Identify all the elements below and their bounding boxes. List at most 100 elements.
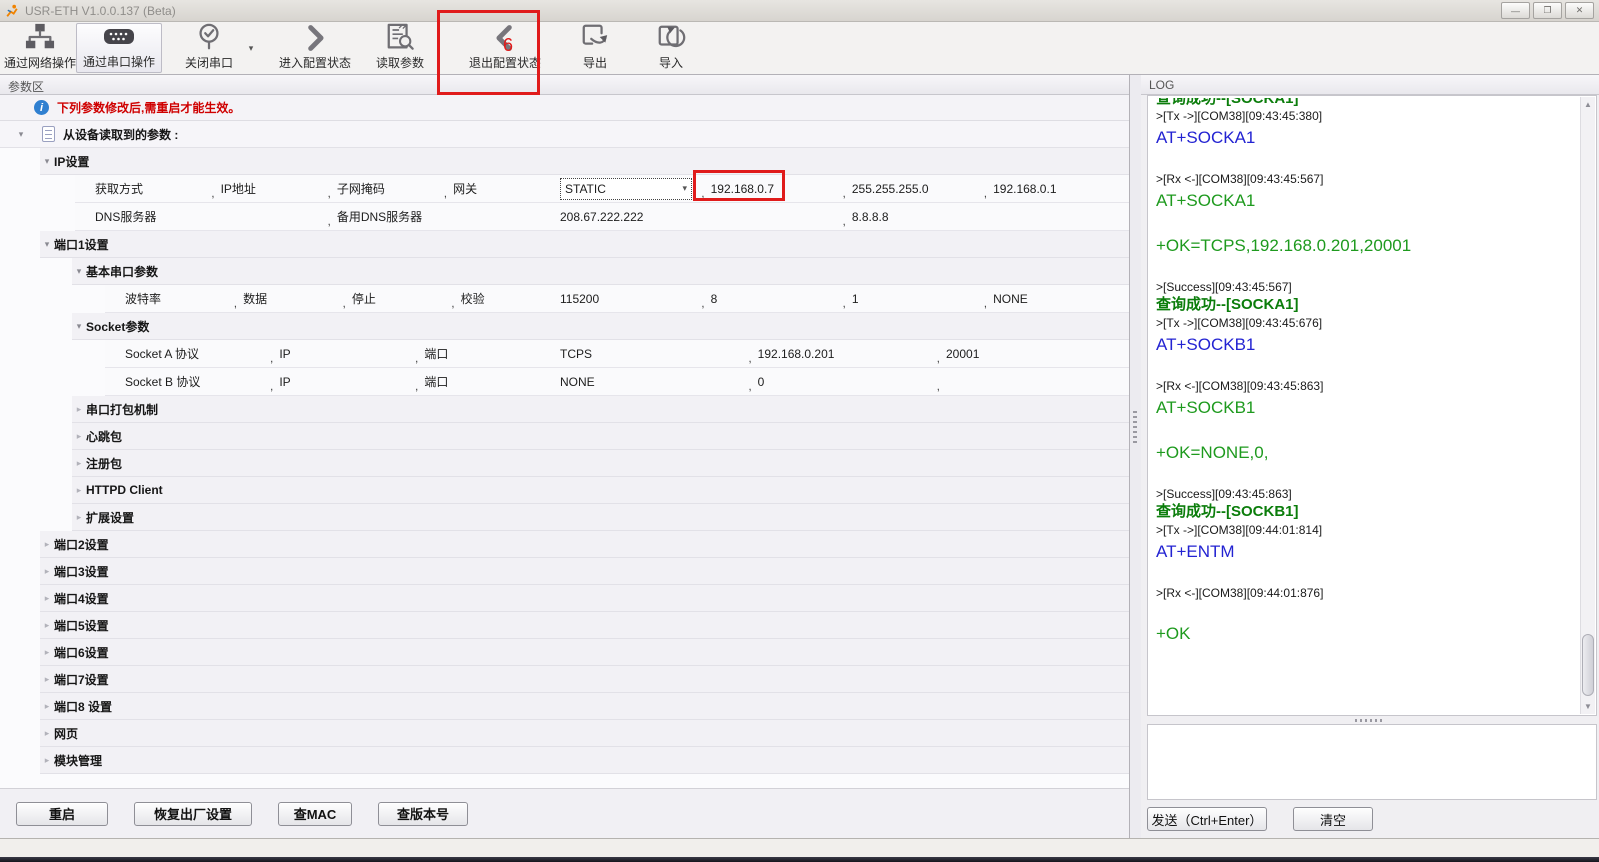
splitter-grip <box>1355 719 1385 722</box>
toolbar-button-export[interactable]: 导出 <box>566 23 624 73</box>
tree-item[interactable]: ▸模块管理 <box>40 747 1129 774</box>
tree-item[interactable]: ▸端口4设置 <box>40 585 1129 612</box>
tree-item[interactable]: ▸端口3设置 <box>40 558 1129 585</box>
tree-section-port1[interactable]: ▾ 端口1设置 <box>40 231 1129 258</box>
tree-item[interactable]: ▸心跳包 <box>72 423 1129 450</box>
tree-item[interactable]: ▸端口5设置 <box>40 612 1129 639</box>
toolbar-button-network-mode[interactable]: 通过网络操作 <box>4 23 76 73</box>
send-input[interactable] <box>1147 724 1597 800</box>
toolbar-button-enter-config[interactable]: 进入配置状态 <box>272 23 358 73</box>
tree-item[interactable]: ▸网页 <box>40 720 1129 747</box>
toolbar: 通过网络操作 通过串口操作 关闭 <box>0 22 1599 75</box>
collapse-arrow-icon[interactable]: ▾ <box>40 239 54 250</box>
toolbar-button-import[interactable]: 导入 <box>642 23 700 73</box>
minimize-button[interactable]: — <box>1501 2 1530 19</box>
expand-arrow-icon[interactable]: ▸ <box>72 404 86 415</box>
send-button[interactable]: 发送（Ctrl+Enter） <box>1147 807 1267 831</box>
param-value[interactable]: 115200 <box>560 292 701 306</box>
log-line <box>1156 421 1576 440</box>
expand-arrow-icon[interactable]: ▸ <box>40 647 54 658</box>
expand-arrow-icon[interactable]: ▸ <box>40 728 54 739</box>
tree-section-ip[interactable]: ▾ IP设置 <box>40 148 1129 175</box>
param-row-ip-dns: DNS服务器,备用DNS服务器 208.67.222.222,8.8.8.8 <box>75 203 1129 231</box>
expand-arrow-icon[interactable]: ▸ <box>40 701 54 712</box>
param-value[interactable]: NONE <box>560 375 748 389</box>
param-value[interactable]: ,192.168.0.1 <box>984 178 1125 200</box>
tree-item[interactable]: ▸端口2设置 <box>40 531 1129 558</box>
expand-arrow-icon[interactable]: ▸ <box>40 593 54 604</box>
param-value[interactable]: ,20001 <box>937 347 1125 361</box>
log-line: 查询成功--[SOCKA1] <box>1156 98 1576 107</box>
horizontal-splitter[interactable] <box>1141 716 1599 724</box>
close-button[interactable]: ✕ <box>1565 2 1594 19</box>
clear-button[interactable]: 清空 <box>1293 807 1373 831</box>
tree-root[interactable]: ▾ 从设备读取到的参数 : <box>0 121 1129 148</box>
vertical-splitter[interactable] <box>1130 75 1141 838</box>
tree-item[interactable]: ▸端口6设置 <box>40 639 1129 666</box>
tree-item[interactable]: ▸HTTPD Client <box>72 477 1129 504</box>
query-mac-button[interactable]: 查MAC <box>278 802 352 826</box>
log-scrollbar[interactable]: ▲ ▼ <box>1580 97 1595 714</box>
expand-arrow-icon[interactable]: ▸ <box>72 485 86 496</box>
log-view[interactable]: 查询成功--[SOCKA1]>[Tx ->][COM38][09:43:45:3… <box>1156 98 1576 713</box>
toolbar-label: 进入配置状态 <box>279 54 351 71</box>
tree-item[interactable]: ▸注册包 <box>72 450 1129 477</box>
expand-arrow-icon[interactable]: ▸ <box>72 512 86 523</box>
param-label: ,IP <box>270 373 415 390</box>
collapse-arrow-icon[interactable]: ▾ <box>40 156 54 167</box>
restart-button[interactable]: 重启 <box>16 802 108 826</box>
log-panel-header: LOG <box>1141 75 1599 95</box>
collapse-arrow-icon[interactable]: ▾ <box>72 321 86 332</box>
section-title: 端口7设置 <box>54 671 109 688</box>
ip-mode-combobox[interactable]: STATIC▾ <box>560 178 692 200</box>
param-value[interactable]: , <box>937 375 1125 389</box>
param-value[interactable]: STATIC▾ <box>560 178 701 200</box>
param-value[interactable]: TCPS <box>560 347 748 361</box>
tree-item[interactable]: ▸扩展设置 <box>72 504 1129 531</box>
tree-section-serial-basic[interactable]: ▾ 基本串口参数 <box>72 258 1129 285</box>
tree-item[interactable]: ▸端口8 设置 <box>40 693 1129 720</box>
scroll-down-icon[interactable]: ▼ <box>1581 699 1595 714</box>
toolbar-label: 关闭串口 <box>185 54 233 71</box>
collapse-arrow-icon[interactable]: ▾ <box>14 129 28 140</box>
close-serial-dropdown-arrow[interactable]: ▾ <box>244 23 258 73</box>
param-value[interactable]: ,192.168.0.7 <box>701 178 842 200</box>
title-bar: USR-ETH V1.0.0.137 (Beta) — ❐ ✕ <box>0 0 1599 22</box>
expand-arrow-icon[interactable]: ▸ <box>72 431 86 442</box>
tree-item[interactable]: ▸端口7设置 <box>40 666 1129 693</box>
toolbar-label: 导入 <box>659 54 683 71</box>
tree-item[interactable]: ▸串口打包机制 <box>72 396 1129 423</box>
expand-arrow-icon[interactable]: ▸ <box>40 674 54 685</box>
log-line: >[Rx <-][COM38][09:44:01:876] <box>1156 584 1576 602</box>
row-values: NONE,0, <box>560 375 1129 389</box>
param-value[interactable]: ,8 <box>701 292 842 306</box>
toolbar-button-close-serial[interactable]: 关闭串口 <box>174 23 244 73</box>
expand-arrow-icon[interactable]: ▸ <box>40 539 54 550</box>
scrollbar-thumb[interactable] <box>1582 634 1594 696</box>
param-value[interactable]: 208.67.222.222 <box>560 210 843 224</box>
query-version-button[interactable]: 查版本号 <box>378 802 468 826</box>
app-logo-icon <box>5 4 19 18</box>
expand-arrow-icon[interactable]: ▸ <box>72 458 86 469</box>
param-row-serial: 波特率,数据,停止,校验 115200,8,1,NONE <box>105 285 1129 313</box>
collapse-arrow-icon[interactable]: ▾ <box>72 266 86 277</box>
expand-arrow-icon[interactable]: ▸ <box>40 620 54 631</box>
scroll-up-icon[interactable]: ▲ <box>1581 97 1595 112</box>
toolbar-button-read-params[interactable]: 读取参数 <box>368 23 432 73</box>
log-line: +OK=NONE,0, <box>1156 440 1576 466</box>
param-value[interactable]: ,0 <box>748 375 936 389</box>
param-value[interactable]: ,NONE <box>984 292 1125 306</box>
restore-button[interactable]: ❐ <box>1533 2 1562 19</box>
toolbar-button-serial-mode[interactable]: 通过串口操作 <box>76 23 162 73</box>
param-value[interactable]: ,192.168.0.201 <box>748 347 936 361</box>
expand-arrow-icon[interactable]: ▸ <box>40 755 54 766</box>
param-value[interactable]: ,8.8.8.8 <box>843 210 1126 224</box>
param-value[interactable]: ,255.255.255.0 <box>843 178 984 200</box>
factory-reset-button[interactable]: 恢复出厂设置 <box>134 802 252 826</box>
row-labels: 波特率,数据,停止,校验 <box>105 290 560 307</box>
expand-arrow-icon[interactable]: ▸ <box>40 566 54 577</box>
param-value[interactable]: ,1 <box>843 292 984 306</box>
log-line: >[Tx ->][COM38][09:44:01:814] <box>1156 521 1576 539</box>
tree-section-socket[interactable]: ▾ Socket参数 <box>72 313 1129 340</box>
row-labels: Socket B 协议,IP,端口 <box>105 373 560 390</box>
